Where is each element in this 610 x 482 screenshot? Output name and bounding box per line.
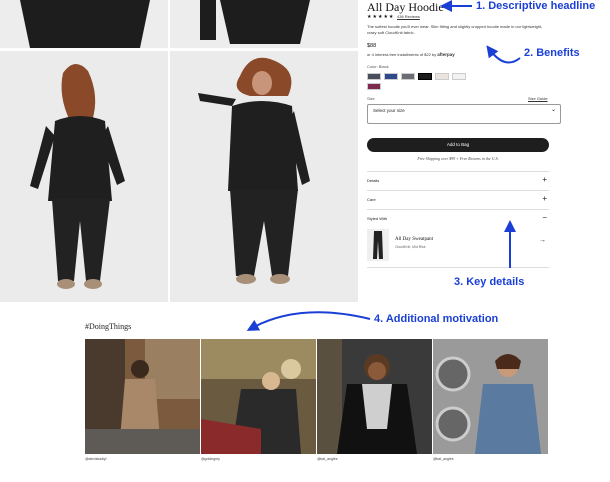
- ugc-handle[interactable]: @kat_angles: [317, 457, 337, 461]
- ugc-handle[interactable]: @goldegrey: [201, 457, 220, 461]
- ugc-hashtag: #DoingThings: [85, 322, 132, 331]
- ugc-handle[interactable]: @alexiskadiyl: [85, 457, 106, 461]
- ugc-photo-3[interactable]: [317, 339, 432, 454]
- ugc-photo-2[interactable]: [201, 339, 316, 454]
- ugc-handle[interactable]: @kat_angles: [433, 457, 453, 461]
- ugc-photo-4[interactable]: [433, 339, 548, 454]
- ugc-photo-1[interactable]: [85, 339, 200, 454]
- arrow-4: [246, 311, 371, 331]
- arrow-2: [486, 45, 521, 64]
